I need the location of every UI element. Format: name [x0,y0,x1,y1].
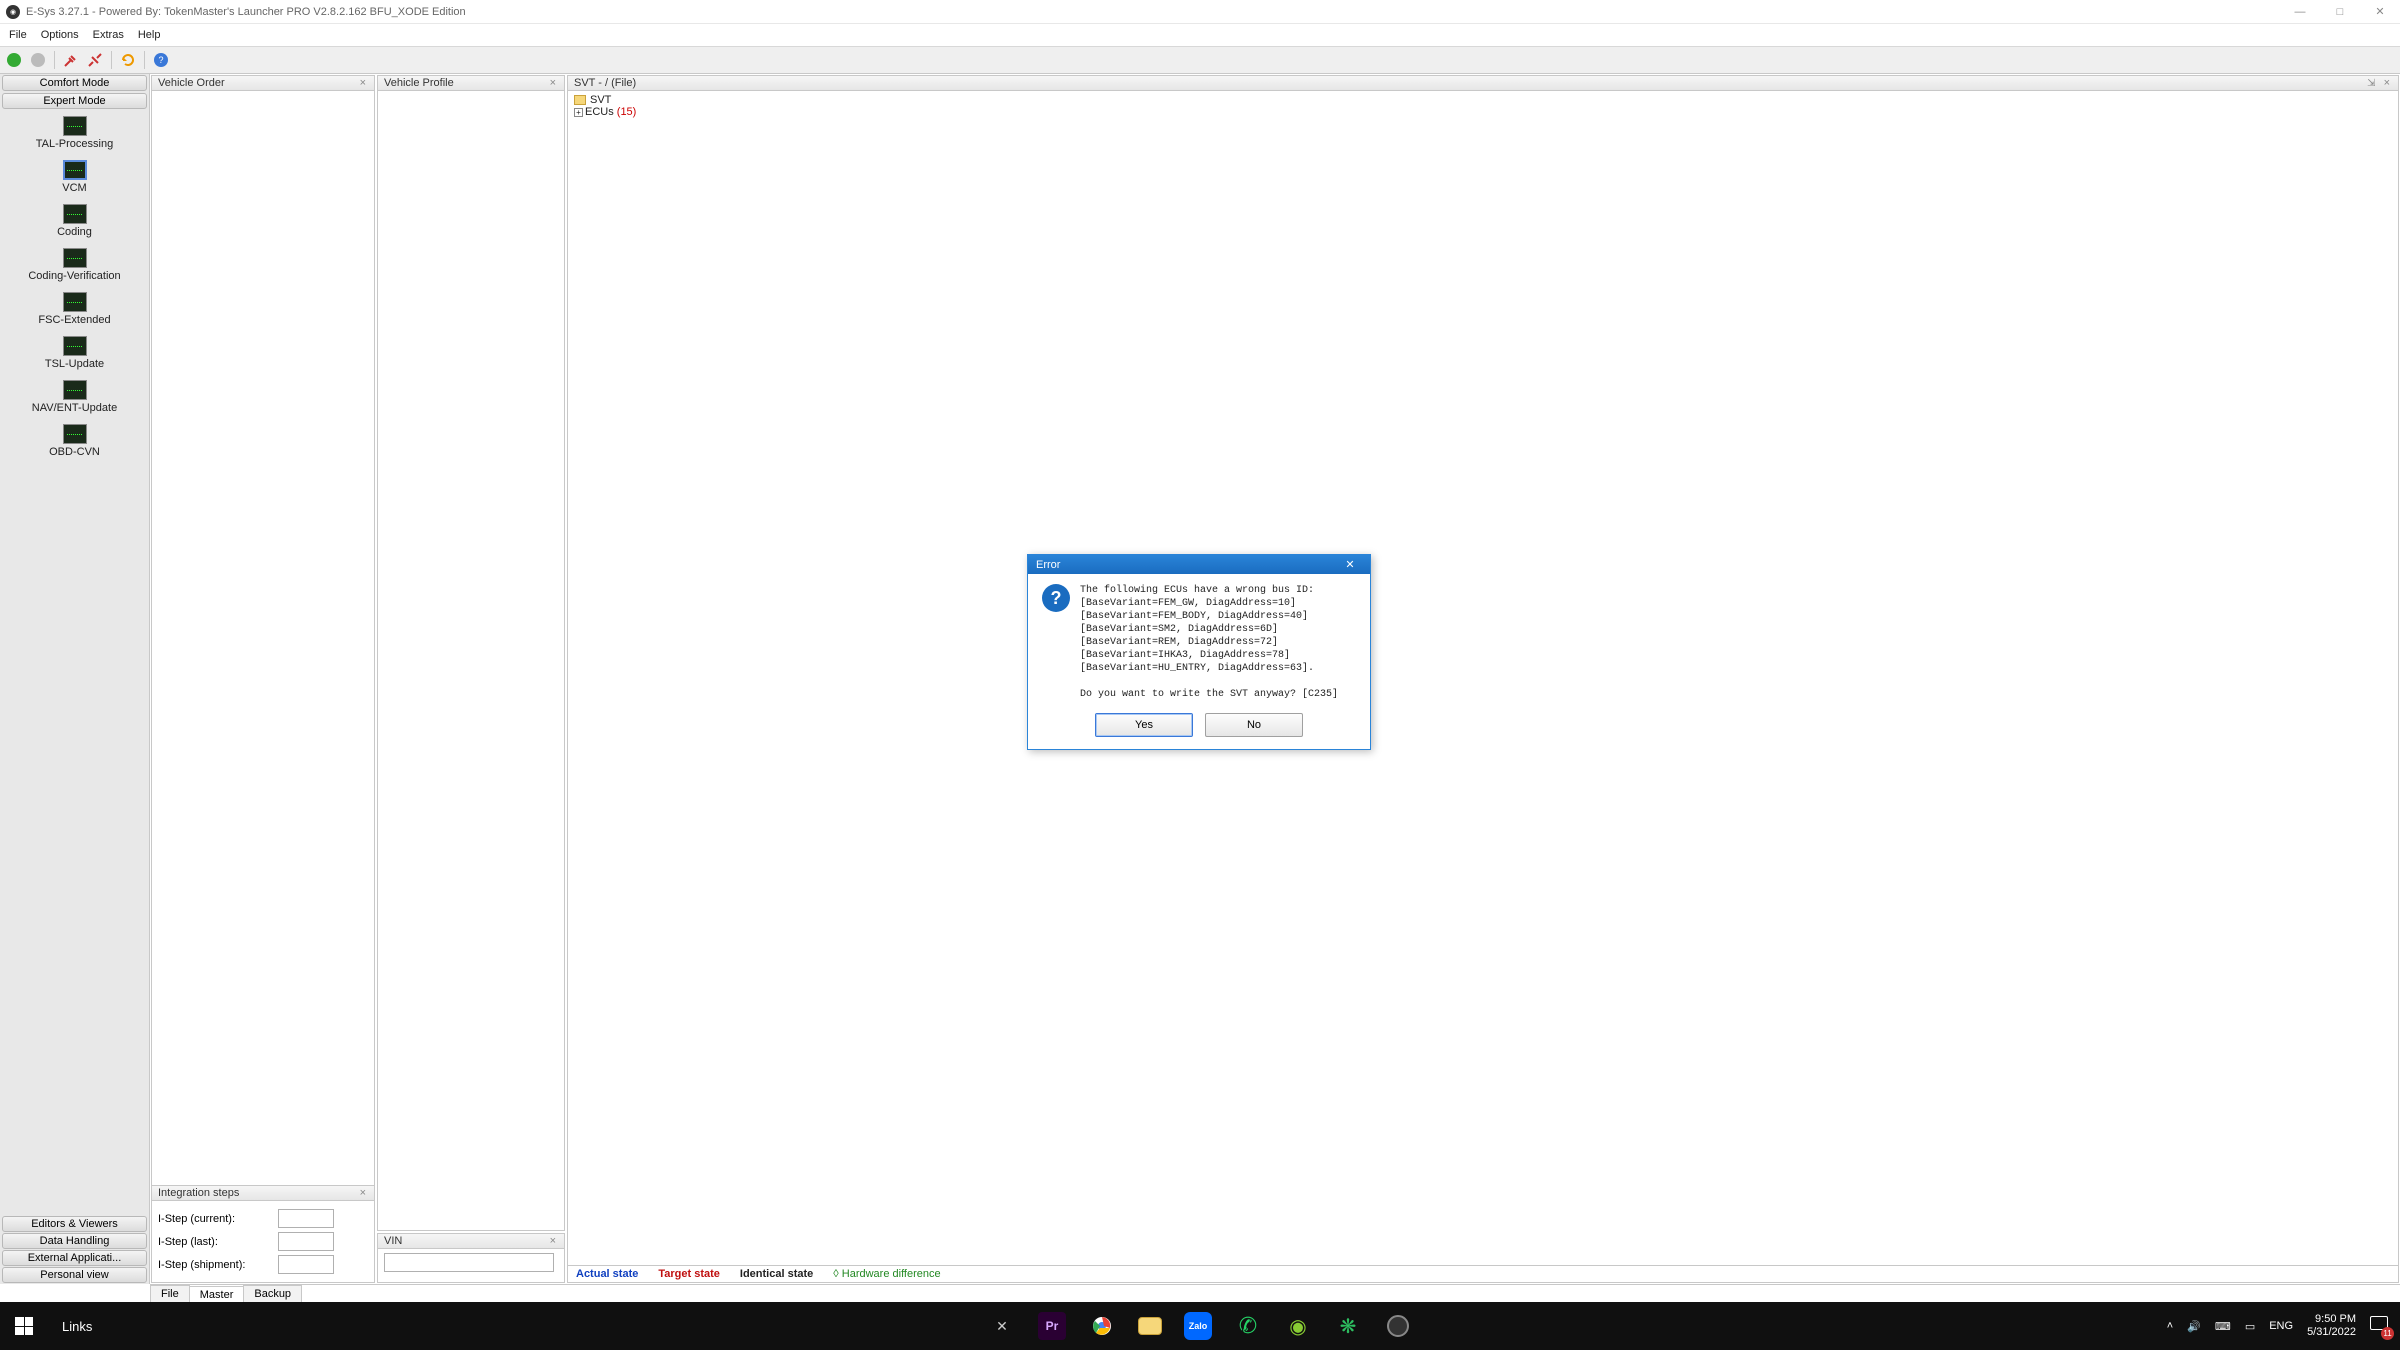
vehicle-order-title: Vehicle Order [158,77,225,89]
legend-hardware: Hardware difference [833,1268,940,1280]
legend-target: Target state [658,1268,720,1280]
legend-actual: Actual state [576,1268,638,1280]
nav-data-handling[interactable]: Data Handling [2,1233,147,1249]
nav-vcm[interactable]: VCM [0,158,149,202]
tray-battery-icon[interactable]: ▭ [2245,1320,2255,1333]
refresh-icon[interactable] [117,49,139,71]
close-icon[interactable]: × [358,1187,368,1199]
nav-external-apps[interactable]: External Applicati... [2,1250,147,1266]
tray-notifications-icon[interactable]: 11 [2370,1316,2390,1336]
help-icon[interactable]: ? [150,49,172,71]
tab-backup[interactable]: Backup [243,1285,302,1302]
back-button[interactable] [3,49,25,71]
maximize-button[interactable]: □ [2320,0,2360,24]
close-icon[interactable]: × [548,77,558,89]
comfort-mode-tab[interactable]: Comfort Mode [2,75,147,91]
close-icon[interactable]: × [2382,77,2392,89]
svt-legend: Actual state Target state Identical stat… [568,1265,2398,1282]
tab-master[interactable]: Master [189,1286,245,1303]
tray-network-icon[interactable]: ⌨ [2215,1320,2231,1333]
taskbar-chrome-icon[interactable] [1088,1312,1116,1340]
vin-input[interactable] [384,1253,554,1272]
ecus-label: ECUs [585,106,617,118]
tray-chevron-icon[interactable]: ˄ [2167,1320,2173,1332]
taskbar-explorer-icon[interactable] [1138,1317,1162,1335]
vehicle-order-panel: Vehicle Order × Integration steps × I-Step… [151,75,375,1283]
dialog-close-button[interactable]: ✕ [1338,558,1362,571]
istep-last-input[interactable] [278,1232,334,1251]
vehicle-profile-title: Vehicle Profile [384,77,454,89]
istep-shipment-label: I-Step (shipment): [158,1259,278,1271]
forward-button[interactable] [27,49,49,71]
svt-title: SVT - / (File) [574,77,636,89]
integration-steps-title: Integration steps [158,1187,239,1199]
tray-language[interactable]: ENG [2269,1320,2293,1332]
error-dialog: Error ✕ ? The following ECUs have a wron… [1027,554,1371,750]
tab-file[interactable]: File [150,1285,190,1302]
svt-tree[interactable]: SVT +ECUs (15) [568,91,2398,121]
left-nav: Comfort Mode Expert Mode TAL-Processing … [0,74,150,1284]
taskbar-app-2[interactable]: ◉ [1284,1312,1312,1340]
taskbar-bmw-icon[interactable] [1384,1312,1412,1340]
istep-current-label: I-Step (current): [158,1213,278,1225]
taskbar-evernote-icon[interactable]: ❋ [1334,1312,1362,1340]
close-icon[interactable]: × [358,77,368,89]
nav-obd-cvn[interactable]: OBD-CVN [0,422,149,466]
ecus-count: (15) [617,106,637,118]
folder-icon [574,95,586,105]
question-icon: ? [1042,584,1070,612]
pin-icon[interactable]: ⇲ [2367,78,2375,89]
dialog-message: The following ECUs have a wrong bus ID: … [1080,584,1338,701]
close-icon[interactable]: × [548,1235,558,1247]
tray-clock[interactable]: 9:50 PM 5/31/2022 [2307,1313,2356,1339]
taskbar-app-1[interactable]: ✕ [988,1312,1016,1340]
connect-icon[interactable] [60,49,82,71]
taskbar-premiere-icon[interactable]: Pr [1038,1312,1066,1340]
close-button[interactable]: ✕ [2360,0,2400,24]
app-icon: ◉ [6,5,20,19]
nav-fsc-extended[interactable]: FSC-Extended [0,290,149,334]
taskbar: Links ✕ Pr Zalo ✆ ◉ ❋ ˄ 🔊 ⌨ ▭ ENG 9:50 P… [0,1302,2400,1350]
nav-nav-ent-update[interactable]: NAV/ENT-Update [0,378,149,422]
start-button[interactable] [0,1302,48,1350]
dialog-title: Error [1036,559,1060,571]
svt-panel: SVT - / (File) ⇲ × SVT +ECUs (15) Actual… [567,75,2399,1283]
taskbar-zalo-icon[interactable]: Zalo [1184,1312,1212,1340]
window-title: E-Sys 3.27.1 - Powered By: TokenMaster's… [26,6,466,18]
legend-identical: Identical state [740,1268,813,1280]
menu-help[interactable]: Help [131,27,168,43]
vin-title: VIN [384,1235,402,1247]
minimize-button[interactable]: — [2280,0,2320,24]
istep-last-label: I-Step (last): [158,1236,278,1248]
istep-current-input[interactable] [278,1209,334,1228]
tree-root: SVT [590,94,611,106]
nav-coding-verification[interactable]: Coding-Verification [0,246,149,290]
menu-options[interactable]: Options [34,27,86,43]
dialog-yes-button[interactable]: Yes [1095,713,1193,737]
toolbar: ? [0,46,2400,74]
window-titlebar: ◉ E-Sys 3.27.1 - Powered By: TokenMaster… [0,0,2400,24]
dialog-no-button[interactable]: No [1205,713,1303,737]
notification-badge: 11 [2381,1327,2394,1340]
nav-editors-viewers[interactable]: Editors & Viewers [2,1216,147,1232]
nav-tal-processing[interactable]: TAL-Processing [0,114,149,158]
disconnect-icon[interactable] [84,49,106,71]
taskbar-links[interactable]: Links [48,1319,106,1334]
nav-tsl-update[interactable]: TSL-Update [0,334,149,378]
istep-shipment-input[interactable] [278,1255,334,1274]
taskbar-whatsapp-icon[interactable]: ✆ [1234,1312,1262,1340]
expert-mode-tab[interactable]: Expert Mode [2,93,147,109]
vehicle-profile-panel: Vehicle Profile × [377,75,565,1231]
nav-personal-view[interactable]: Personal view [2,1267,147,1283]
menu-file[interactable]: File [2,27,34,43]
expand-icon[interactable]: + [574,108,583,117]
menu-bar: File Options Extras Help [0,24,2400,46]
menu-extras[interactable]: Extras [86,27,131,43]
nav-coding[interactable]: Coding [0,202,149,246]
vin-panel: VIN × [377,1233,565,1283]
tray-volume-icon[interactable]: 🔊 [2187,1320,2201,1333]
